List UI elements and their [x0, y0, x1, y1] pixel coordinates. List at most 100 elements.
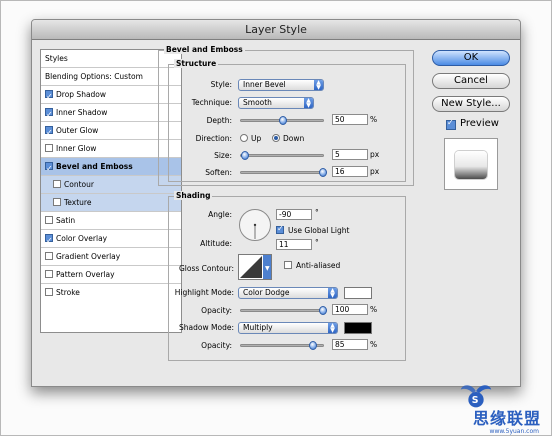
gradient-overlay-item[interactable]: Gradient Overlay — [41, 248, 181, 266]
anti-aliased-label: Anti-aliased — [296, 261, 341, 270]
pattern-overlay-item[interactable]: Pattern Overlay — [41, 266, 181, 284]
shading-title: Shading — [174, 191, 213, 200]
preview-checkbox[interactable] — [446, 118, 456, 130]
shadow-opacity-unit: % — [370, 340, 378, 349]
drop-shadow-checkbox[interactable] — [45, 88, 53, 106]
direction-down-radio[interactable] — [272, 134, 280, 142]
shadow-opacity-knob[interactable] — [309, 341, 317, 350]
altitude-field[interactable]: 11 — [276, 239, 312, 250]
soften-slider[interactable] — [240, 168, 327, 177]
ok-button[interactable]: OK — [432, 50, 510, 66]
highlight-opacity-unit: % — [370, 305, 378, 314]
bevel-emboss-title: Bevel and Emboss — [164, 45, 245, 54]
stroke-checkbox[interactable] — [45, 288, 53, 296]
shadow-mode-label: Shadow Mode: — [179, 323, 234, 332]
depth-slider[interactable] — [240, 116, 324, 125]
technique-select[interactable]: Smooth ▲ ▼ — [238, 97, 314, 109]
angle-unit: ° — [315, 208, 319, 217]
shadow-mode-select[interactable]: Multiply ▲ ▼ — [238, 322, 338, 334]
color-overlay-checkbox[interactable] — [45, 232, 53, 250]
bevel-emboss-checkbox[interactable] — [45, 160, 53, 178]
bevel-emboss-label: Bevel and Emboss — [56, 162, 133, 171]
texture-label: Texture — [64, 198, 92, 207]
highlight-color-swatch[interactable] — [344, 287, 372, 299]
pattern-overlay-checkbox[interactable] — [45, 270, 53, 278]
outer-glow-checkbox[interactable] — [45, 124, 53, 142]
gradient-overlay-label: Gradient Overlay — [56, 252, 121, 261]
altitude-label: Altitude: — [200, 239, 232, 248]
direction-label: Direction: — [195, 134, 232, 143]
watermark-url: www.5yuan.com — [489, 428, 539, 435]
new-style-button[interactable]: New Style... — [432, 96, 510, 112]
highlight-opacity-knob[interactable] — [319, 306, 327, 315]
direction-down-label: Down — [283, 134, 305, 143]
use-global-light-label: Use Global Light — [288, 226, 350, 235]
inner-glow-checkbox[interactable] — [45, 144, 53, 152]
size-field[interactable]: 5 — [332, 149, 368, 160]
highlight-opacity-slider[interactable] — [240, 306, 327, 315]
highlight-mode-select[interactable]: Color Dodge ▲ ▼ — [238, 287, 338, 299]
screenshot-frame: Layer Style Styles Blending Options: Cus… — [0, 0, 552, 436]
window-title: Layer Style — [32, 20, 520, 40]
chevron-updown-icon: ▲ ▼ — [314, 80, 323, 91]
satin-checkbox[interactable] — [45, 216, 53, 224]
size-slider[interactable] — [240, 151, 324, 160]
shadow-mode-value: Multiply — [243, 323, 273, 332]
soften-slider-knob[interactable] — [319, 168, 327, 177]
blending-options-label: Blending Options: Custom — [45, 72, 143, 81]
satin-item[interactable]: Satin — [41, 212, 181, 230]
chevron-updown-icon: ▲ ▼ — [328, 288, 337, 299]
outer-glow-label: Outer Glow — [56, 126, 99, 135]
structure-title: Structure — [174, 59, 219, 68]
style-value: Inner Bevel — [243, 80, 286, 89]
size-slider-knob[interactable] — [241, 151, 249, 160]
preview-swatch — [455, 151, 487, 179]
use-global-light-checkbox[interactable] — [276, 224, 284, 234]
highlight-mode-value: Color Dodge — [243, 288, 290, 297]
highlight-opacity-field[interactable]: 100 — [332, 304, 368, 315]
chevron-updown-icon: ▲ ▼ — [304, 98, 313, 109]
style-select[interactable]: Inner Bevel ▲ ▼ — [238, 79, 324, 91]
satin-label: Satin — [56, 216, 76, 225]
contour-label: Contour — [64, 180, 94, 189]
shadow-opacity-label: Opacity: — [201, 341, 232, 350]
size-unit: px — [370, 150, 380, 159]
contour-checkbox[interactable] — [53, 180, 61, 188]
gradient-overlay-checkbox[interactable] — [45, 252, 53, 260]
size-label: Size: — [214, 151, 232, 160]
cancel-button[interactable]: Cancel — [432, 73, 510, 89]
shading-group — [168, 196, 406, 361]
depth-label: Depth: — [206, 116, 232, 125]
anti-aliased-checkbox[interactable] — [284, 261, 292, 269]
soften-field[interactable]: 16 — [332, 166, 368, 177]
shadow-opacity-slider[interactable] — [240, 341, 324, 350]
technique-value: Smooth — [243, 98, 272, 107]
inner-shadow-checkbox[interactable] — [45, 106, 53, 124]
shadow-color-swatch[interactable] — [344, 322, 372, 334]
technique-label: Technique: — [191, 98, 232, 107]
soften-label: Soften: — [205, 168, 232, 177]
gloss-contour-picker[interactable]: ▼ — [238, 254, 272, 280]
preview-thumbnail — [444, 138, 498, 190]
watermark-text: 思缘联盟 — [472, 409, 541, 428]
stroke-label: Stroke — [56, 288, 80, 297]
highlight-opacity-label: Opacity: — [201, 306, 232, 315]
direction-up-label: Up — [251, 134, 262, 143]
depth-field[interactable]: 50 — [332, 114, 368, 125]
inner-shadow-label: Inner Shadow — [56, 108, 108, 117]
color-overlay-item[interactable]: Color Overlay — [41, 230, 181, 250]
color-overlay-label: Color Overlay — [56, 234, 108, 243]
angle-field[interactable]: -90 — [276, 209, 312, 220]
direction-up-radio[interactable] — [240, 134, 248, 142]
pattern-overlay-label: Pattern Overlay — [56, 270, 115, 279]
altitude-unit: ° — [315, 238, 319, 247]
texture-item[interactable]: Texture — [41, 194, 181, 212]
preview-label: Preview — [460, 118, 499, 129]
stroke-item[interactable]: Stroke — [41, 284, 181, 302]
angle-dial[interactable] — [238, 208, 272, 242]
drop-shadow-label: Drop Shadow — [56, 90, 107, 99]
shadow-opacity-field[interactable]: 85 — [332, 339, 368, 350]
texture-checkbox[interactable] — [53, 198, 61, 206]
styles-label: Styles — [45, 54, 68, 63]
depth-slider-knob[interactable] — [279, 116, 287, 125]
